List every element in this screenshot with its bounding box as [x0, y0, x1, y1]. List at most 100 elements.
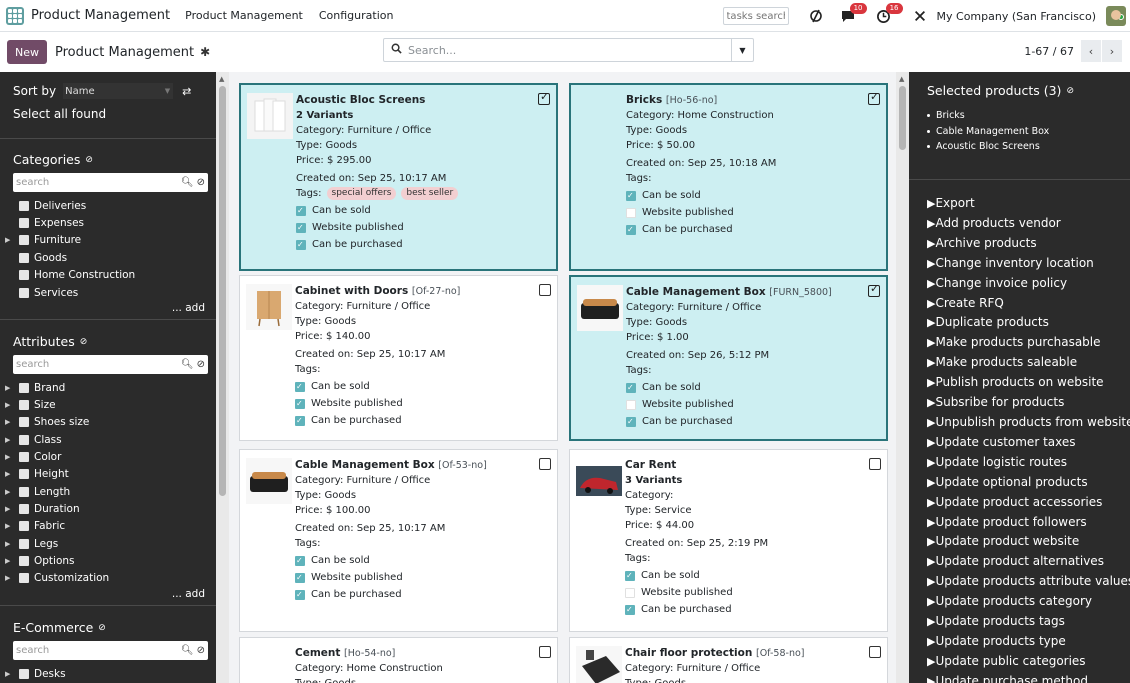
product-name[interactable]: Cable Management Box [Of-53-no] — [295, 458, 532, 473]
categories-search[interactable]: search 🔍︎ ⊘ — [13, 173, 208, 192]
apps-menu-icon[interactable] — [6, 6, 24, 25]
product-name[interactable]: Chair floor protection [Of-58-no] — [625, 646, 862, 661]
attribute-item[interactable]: ▶ Class — [5, 431, 62, 448]
mass-action-item[interactable]: ▶Update optional products — [927, 473, 1130, 493]
category-item[interactable]: Expenses — [5, 214, 84, 231]
attribute-item[interactable]: ▶ Shoes size — [5, 414, 89, 431]
mass-action-item[interactable]: ▶Create RFQ — [927, 294, 1130, 314]
category-item[interactable]: ▶ Furniture — [5, 232, 81, 249]
mass-action-item[interactable]: ▶Change invoice policy — [927, 274, 1130, 294]
clear-search-icon[interactable]: ⊘ — [197, 177, 205, 188]
mass-action-item[interactable]: ▶Add products vendor — [927, 214, 1130, 234]
add-attribute-link[interactable]: ... add — [172, 588, 205, 600]
mass-action-item[interactable]: ▶Update product website — [927, 532, 1130, 552]
ecommerce-item[interactable]: ▶ Desks — [5, 665, 66, 682]
clear-categories-icon[interactable]: ⊘ — [85, 155, 93, 165]
category-checkbox[interactable] — [19, 252, 29, 263]
gear-icon[interactable]: ✱ — [200, 45, 210, 59]
pager-previous-icon[interactable]: ‹ — [1081, 40, 1101, 62]
attribute-checkbox[interactable] — [19, 573, 29, 584]
menu-product-management[interactable]: Product Management — [185, 9, 303, 22]
mass-action-item[interactable]: ▶Archive products — [927, 234, 1130, 254]
category-checkbox[interactable] — [19, 287, 29, 298]
search-bar[interactable]: Search... ▼ — [383, 38, 754, 62]
mass-action-item[interactable]: ▶Update purchase method — [927, 672, 1130, 683]
kanban-scrollbar[interactable]: ▲ — [896, 72, 909, 683]
product-card[interactable]: Cabinet with Doors [Of-27-no] Category: F… — [239, 275, 558, 441]
product-card[interactable]: Car Rent 3 Variants Category: Type: Service… — [569, 449, 888, 632]
pager-next-icon[interactable]: › — [1102, 40, 1122, 62]
sort-direction-icon[interactable]: ⇄ — [182, 85, 191, 98]
expand-caret-icon[interactable]: ▶ — [5, 236, 19, 244]
category-item[interactable]: Deliveries — [5, 197, 86, 214]
mass-action-item[interactable]: ▶Update public categories — [927, 652, 1130, 672]
mass-action-item[interactable]: ▶Update customer taxes — [927, 433, 1130, 453]
mass-action-item[interactable]: ▶Subsribe for products — [927, 393, 1130, 413]
expand-caret-icon[interactable]: ▶ — [5, 505, 19, 513]
clear-attributes-icon[interactable]: ⊘ — [80, 337, 88, 347]
clear-search-icon[interactable]: ⊘ — [197, 645, 205, 656]
product-name[interactable]: Cement [Ho-54-no] — [295, 646, 532, 661]
messages-icon[interactable]: 10 — [837, 3, 867, 27]
activities-clock-icon[interactable]: 16 — [873, 3, 903, 27]
clear-ecommerce-icon[interactable]: ⊘ — [98, 623, 106, 633]
attribute-checkbox[interactable] — [19, 469, 29, 480]
product-name[interactable]: Bricks [Ho-56-no] — [626, 93, 861, 108]
search-icon[interactable]: 🔍︎ — [181, 359, 194, 370]
debug-icon[interactable] — [805, 5, 827, 27]
expand-caret-icon[interactable]: ▶ — [5, 401, 19, 409]
mass-action-item[interactable]: ▶Export — [927, 194, 1130, 214]
attribute-item[interactable]: ▶ Size — [5, 396, 56, 413]
mass-action-item[interactable]: ▶Update product alternatives — [927, 552, 1130, 572]
attribute-checkbox[interactable] — [19, 451, 29, 462]
expand-caret-icon[interactable]: ▶ — [5, 670, 19, 678]
mass-action-item[interactable]: ▶Update product followers — [927, 513, 1130, 533]
product-card[interactable]: Chair floor protection [Of-58-no] Categor… — [569, 637, 888, 683]
expand-caret-icon[interactable]: ▶ — [5, 540, 19, 548]
mass-action-item[interactable]: ▶Update products attribute values — [927, 572, 1130, 592]
new-button[interactable]: New — [7, 40, 47, 64]
category-item[interactable]: Home Construction — [5, 267, 135, 284]
ecommerce-search-input[interactable]: search — [13, 645, 181, 656]
attribute-checkbox[interactable] — [19, 503, 29, 514]
expand-caret-icon[interactable]: ▶ — [5, 453, 19, 461]
attribute-item[interactable]: ▶ Duration — [5, 500, 80, 517]
menu-configuration[interactable]: Configuration — [319, 9, 394, 22]
mass-action-item[interactable]: ▶Update products category — [927, 592, 1130, 612]
select-product-checkbox[interactable] — [539, 458, 551, 470]
product-name[interactable]: Car Rent — [625, 458, 862, 473]
category-checkbox[interactable] — [19, 270, 29, 281]
mass-action-item[interactable]: ▶Duplicate products — [927, 313, 1130, 333]
mass-action-item[interactable]: ▶Unpublish products from website — [927, 413, 1130, 433]
attributes-search-input[interactable]: search — [13, 359, 181, 370]
category-item[interactable]: Services — [5, 284, 78, 301]
category-item[interactable]: Goods — [5, 249, 67, 266]
attribute-checkbox[interactable] — [19, 486, 29, 497]
attribute-item[interactable]: ▶ Customization — [5, 570, 109, 587]
product-card[interactable]: Acoustic Bloc Screens 2 Variants Category:… — [239, 83, 558, 271]
mass-action-item[interactable]: ▶Update products type — [927, 632, 1130, 652]
product-name[interactable]: Cabinet with Doors [Of-27-no] — [295, 284, 532, 299]
search-input[interactable]: Search... — [408, 44, 731, 57]
expand-caret-icon[interactable]: ▶ — [5, 488, 19, 496]
clear-selection-icon[interactable]: ⊘ — [1066, 86, 1074, 96]
mass-action-item[interactable]: ▶Update logistic routes — [927, 453, 1130, 473]
add-category-link[interactable]: ... add — [172, 302, 205, 314]
category-checkbox[interactable] — [19, 235, 29, 246]
select-product-checkbox[interactable] — [868, 282, 880, 297]
select-product-checkbox[interactable] — [539, 646, 551, 658]
product-name[interactable]: Cable Management Box [FURN_5800] — [626, 285, 861, 300]
select-product-checkbox[interactable] — [868, 90, 880, 105]
tools-icon[interactable] — [909, 5, 931, 27]
attribute-checkbox[interactable] — [19, 382, 29, 393]
mass-action-item[interactable]: ▶Update products tags — [927, 612, 1130, 632]
expand-caret-icon[interactable]: ▶ — [5, 470, 19, 478]
attribute-item[interactable]: ▶ Color — [5, 448, 61, 465]
attribute-checkbox[interactable] — [19, 399, 29, 410]
attribute-checkbox[interactable] — [19, 521, 29, 532]
categories-search-input[interactable]: search — [13, 177, 181, 188]
expand-caret-icon[interactable]: ▶ — [5, 522, 19, 530]
attribute-checkbox[interactable] — [19, 434, 29, 445]
search-options-dropdown-icon[interactable]: ▼ — [731, 39, 753, 61]
mass-action-item[interactable]: ▶Publish products on website — [927, 373, 1130, 393]
